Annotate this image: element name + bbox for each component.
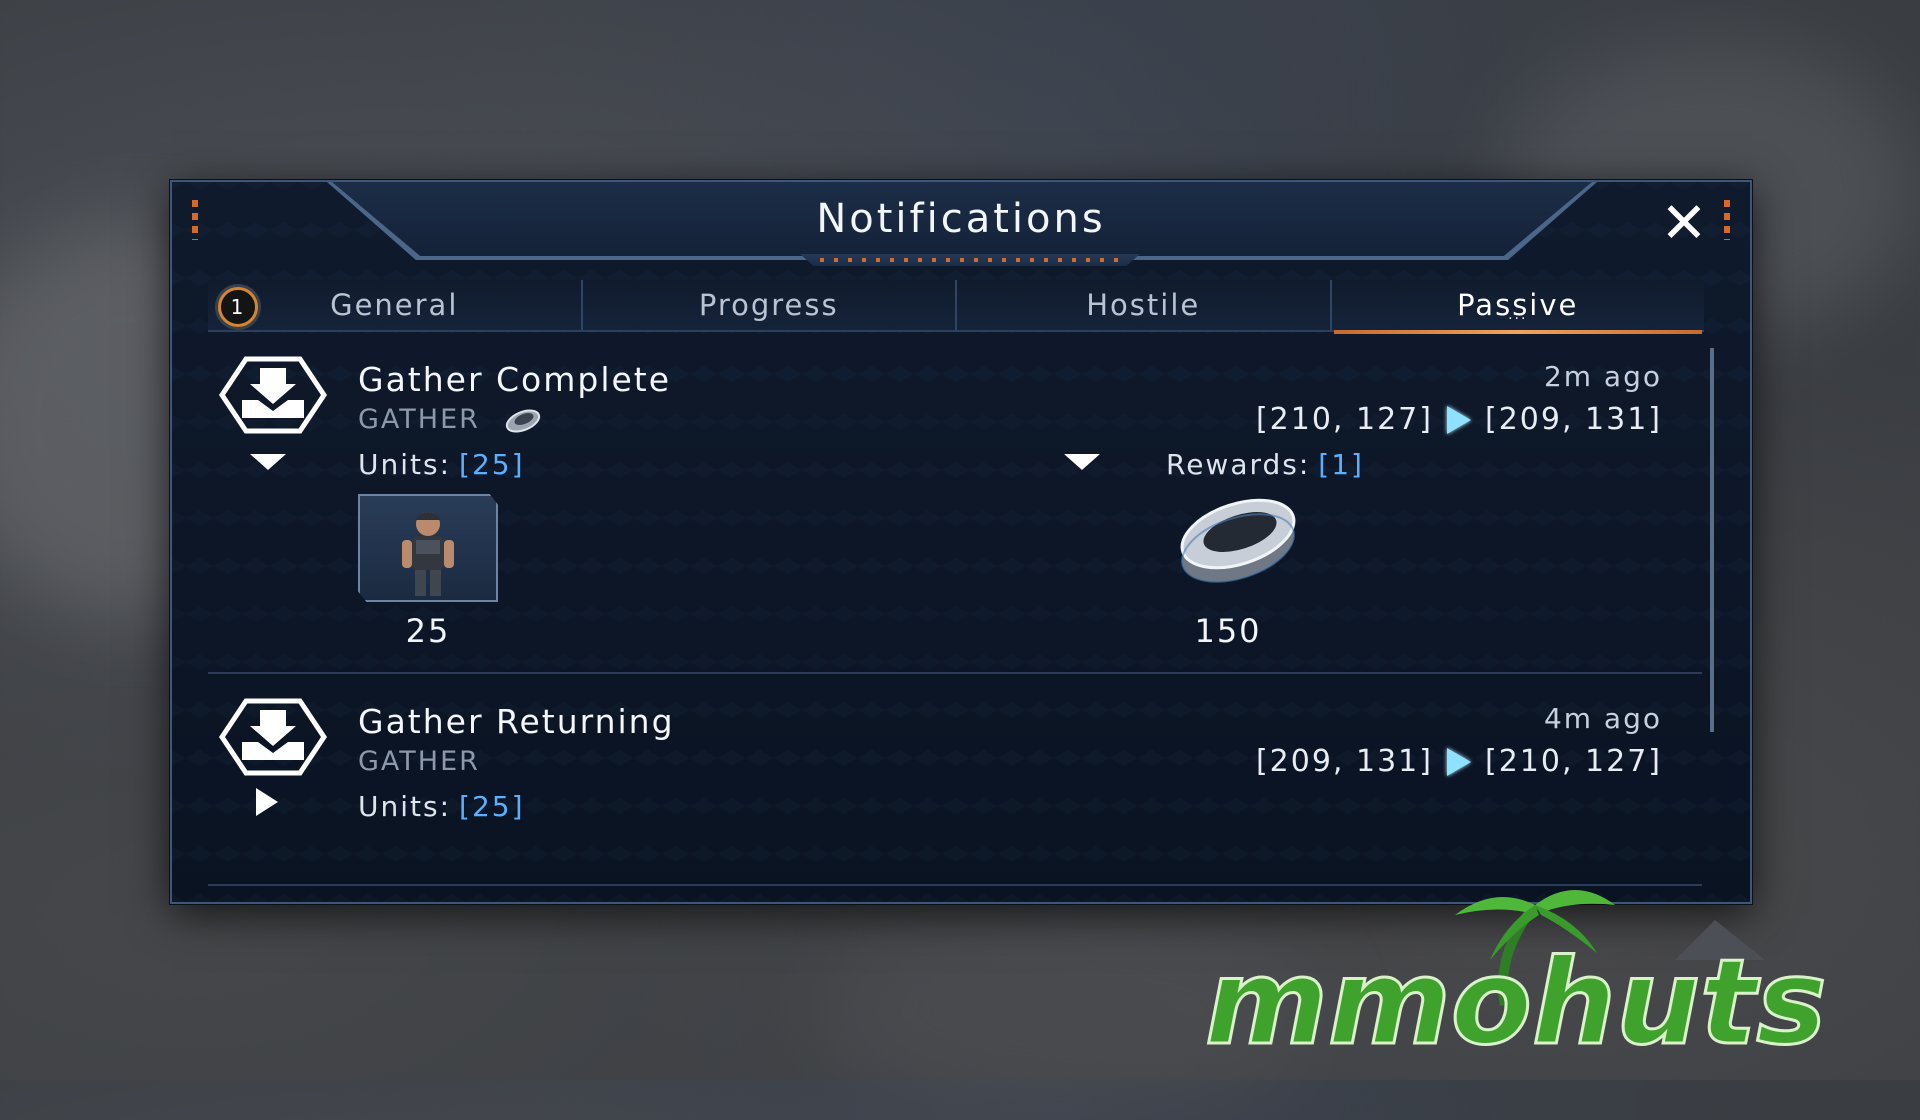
unit-count: 25 — [405, 612, 451, 650]
close-icon: ✕ — [1660, 191, 1708, 256]
reward-count: 150 — [1194, 612, 1262, 650]
origin-coordinates[interactable]: [209, 131] — [1256, 744, 1433, 779]
route-coordinates: [210, 127] [209, 131] — [1256, 402, 1662, 437]
title-decoration — [800, 254, 1140, 266]
notification-time: 2m ago — [1543, 360, 1662, 393]
notification-item[interactable]: Gather Complete GATHER 2m ago [210, 127]… — [208, 342, 1702, 674]
notification-type: GATHER — [358, 404, 543, 435]
gather-download-icon — [218, 356, 328, 434]
units-label: Units: — [358, 448, 452, 481]
units-line: Units: [25] — [358, 790, 525, 823]
close-button[interactable]: ✕ — [1656, 196, 1712, 252]
unit-card[interactable] — [358, 494, 498, 602]
collapse-toggle[interactable] — [250, 454, 286, 470]
tab-label: General — [330, 288, 459, 322]
origin-coordinates[interactable]: [210, 127] — [1256, 402, 1433, 437]
route-arrow-icon — [1446, 405, 1471, 434]
rewards-collapse-toggle[interactable] — [1064, 454, 1100, 470]
destination-coordinates[interactable]: [209, 131] — [1485, 402, 1662, 437]
gather-download-icon — [218, 698, 328, 776]
notification-count-badge: 1 — [218, 287, 258, 327]
active-tab-marker: ··· — [1508, 311, 1528, 327]
units-value: [25] — [459, 790, 525, 823]
type-label: GATHER — [358, 404, 480, 435]
mmohuts-watermark-logo: mmohuts — [1205, 890, 1828, 1055]
rewards-line: Rewards: [1] — [1166, 448, 1364, 481]
notification-type: GATHER — [358, 746, 480, 777]
expand-toggle[interactable] — [256, 788, 278, 816]
rewards-label: Rewards: — [1166, 448, 1311, 481]
metal-ring-icon — [505, 409, 540, 432]
notifications-window: Notifications ✕ 1 General Progress Hosti… — [170, 180, 1752, 904]
tab-general[interactable]: 1 General — [208, 280, 583, 330]
tab-bar: 1 General Progress Hostile Passive ··· — [208, 280, 1704, 334]
tab-passive[interactable]: Passive ··· — [1331, 280, 1704, 334]
destination-coordinates[interactable]: [210, 127] — [1485, 744, 1662, 779]
rewards-value: [1] — [1318, 448, 1364, 481]
notification-time: 4m ago — [1543, 702, 1662, 735]
notification-item[interactable]: Gather Returning GATHER 4m ago [209, 131… — [208, 684, 1702, 886]
window-title: Notifications — [816, 196, 1106, 242]
units-label: Units: — [358, 790, 452, 823]
tab-label: Hostile — [1086, 288, 1201, 322]
notification-title: Gather Complete — [358, 360, 672, 399]
route-arrow-icon — [1446, 747, 1471, 776]
soldier-portrait — [402, 512, 454, 596]
route-coordinates: [209, 131] [210, 127] — [1256, 744, 1662, 779]
metal-ring-icon[interactable] — [1168, 486, 1308, 596]
notification-title: Gather Returning — [358, 702, 675, 741]
tab-progress[interactable]: Progress — [582, 280, 957, 330]
tab-label: Progress — [698, 288, 839, 322]
watermark-text: mmohuts — [1205, 933, 1827, 1055]
units-value: [25] — [459, 448, 525, 481]
tab-hostile[interactable]: Hostile — [957, 280, 1332, 330]
type-label: GATHER — [358, 746, 480, 777]
units-line: Units: [25] — [358, 448, 525, 481]
scrollbar[interactable] — [1710, 348, 1714, 732]
